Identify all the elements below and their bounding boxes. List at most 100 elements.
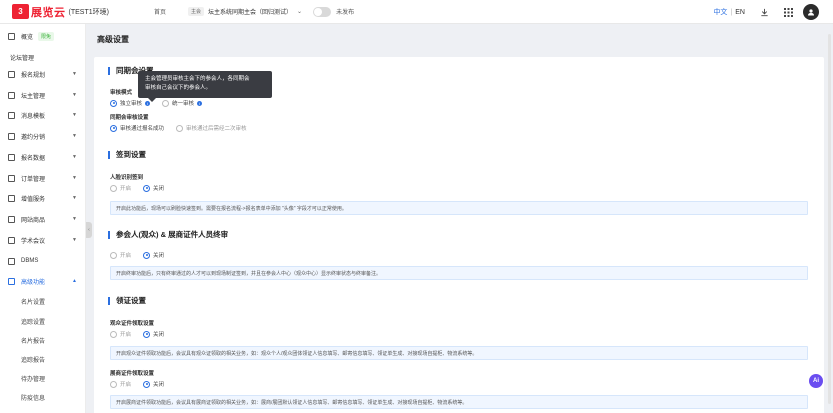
final-review-notice: 开启终审功能后，只有终审通过的人才可以到现场制证签到，并且在参会人中心（观众中心… bbox=[110, 266, 808, 280]
website-icon bbox=[8, 215, 15, 223]
sync-audit-label: 同期会审核设置 bbox=[110, 115, 149, 121]
radio-label: 开启 bbox=[120, 332, 132, 338]
audit-independent-radio[interactable]: 独立审核 i bbox=[110, 99, 151, 107]
radio-dot bbox=[143, 330, 151, 338]
radio-label: 审核通过报名成功 bbox=[120, 126, 165, 132]
nav-academic[interactable]: 学术会议 ▼ bbox=[0, 231, 86, 249]
download-icon[interactable] bbox=[757, 5, 771, 19]
nav-host-manage[interactable]: 坛主管理 ▼ bbox=[0, 86, 86, 104]
radio-dot bbox=[143, 380, 151, 388]
face-checkin-on-radio[interactable]: 开启 bbox=[110, 184, 131, 192]
nav-message-template[interactable]: 消息模板 ▼ bbox=[0, 106, 86, 124]
radio-label: 关闭 bbox=[153, 332, 165, 338]
nav-label: 坛主管理 bbox=[21, 93, 46, 100]
chevron-down-icon: ▼ bbox=[72, 92, 77, 98]
ai-assistant-button[interactable]: Ai bbox=[809, 374, 823, 388]
radio-label: 审核通过后需经二次审核 bbox=[186, 126, 247, 132]
audit-mode-label: 审核模式 bbox=[110, 90, 133, 96]
nav-advanced[interactable]: 高级功能 ▲ bbox=[0, 272, 86, 290]
visitor-pickup-on-radio[interactable]: 开启 bbox=[110, 330, 131, 338]
lang-english[interactable]: EN bbox=[735, 9, 745, 16]
nav-sub-card-settings[interactable]: 名片设置 bbox=[0, 292, 86, 310]
nav-invite-distribution[interactable]: 邀约分销 ▼ bbox=[0, 127, 86, 145]
invite-icon bbox=[8, 132, 15, 140]
nav-sub-track-settings[interactable]: 追踪设置 bbox=[0, 312, 86, 330]
nav-label: 报名规划 bbox=[21, 72, 46, 79]
nav-sub-todo[interactable]: 待办管理 bbox=[0, 369, 86, 387]
logo-mark: 3 bbox=[12, 4, 29, 19]
chevron-down-icon: ▼ bbox=[72, 237, 77, 243]
nav-forum-manage-label: 论坛管理 bbox=[10, 55, 35, 62]
nav-sub-track-report[interactable]: 追踪报告 bbox=[0, 350, 86, 368]
chevron-down-icon: ▼ bbox=[72, 154, 77, 160]
audit-mode-tooltip: 主会管理员审核主会下的参会人，各同期会 审核自己会议下的参会人。 bbox=[138, 71, 272, 102]
info-icon[interactable]: i bbox=[197, 100, 203, 106]
nav-label: 报名数据 bbox=[21, 155, 46, 162]
section-title-pickup: 领证设置 bbox=[108, 297, 146, 305]
nav-label: 邀约分销 bbox=[21, 134, 46, 141]
free-badge: 限免 bbox=[38, 31, 55, 41]
visitor-pickup-label: 观众证件领取设置 bbox=[110, 321, 155, 327]
page-scrollbar[interactable] bbox=[828, 34, 831, 404]
chevron-down-icon: ▼ bbox=[72, 195, 77, 201]
home-link[interactable]: 首页 bbox=[154, 7, 166, 16]
overview-icon bbox=[8, 32, 15, 40]
nav-sub-label: 待办管理 bbox=[21, 376, 46, 383]
publish-toggle[interactable] bbox=[313, 6, 332, 17]
chevron-down-icon: ▼ bbox=[72, 216, 77, 222]
nav-dbms[interactable]: DBMS bbox=[0, 252, 86, 270]
nav-label: 增值服务 bbox=[21, 196, 46, 203]
sidebar: 概览 限免 论坛管理 报名规划 ▼ 坛主管理 ▼ 消息模板 ▼ 邀约分销 ▼ 报… bbox=[0, 24, 86, 413]
section-title-final-review: 参会人(观众) & 展商证件人员终审 bbox=[108, 231, 228, 239]
nav-website[interactable]: 网站商品 ▼ bbox=[0, 210, 86, 228]
sync-audit-pass-radio[interactable]: 审核通过报名成功 bbox=[110, 124, 164, 132]
user-avatar[interactable] bbox=[803, 4, 819, 20]
nav-sub-label: 追踪报告 bbox=[21, 357, 46, 364]
radio-label: 开启 bbox=[120, 253, 132, 259]
academic-icon bbox=[8, 236, 15, 244]
radio-label: 关闭 bbox=[153, 186, 165, 192]
apps-grid-icon[interactable] bbox=[781, 5, 795, 19]
sync-audit-second-radio[interactable]: 审核通过后需经二次审核 bbox=[176, 124, 247, 132]
sync-audit-group: 审核通过报名成功 审核通过后需经二次审核 bbox=[110, 124, 259, 132]
nav-order-manage[interactable]: 订单管理 ▼ bbox=[0, 169, 86, 187]
nav-overview[interactable]: 概览 限免 bbox=[0, 27, 86, 45]
nav-forum-manage[interactable]: 论坛管理 bbox=[0, 48, 86, 66]
nav-sub-label: 名片设置 bbox=[21, 299, 46, 306]
radio-dot bbox=[143, 251, 151, 259]
nav-overview-label: 概览 bbox=[21, 34, 34, 41]
lang-separator: | bbox=[730, 8, 733, 16]
nav-value-added[interactable]: 增值服务 ▼ bbox=[0, 189, 86, 207]
exhibitor-pickup-on-radio[interactable]: 开启 bbox=[110, 380, 131, 388]
chevron-down-icon: ▼ bbox=[72, 175, 77, 181]
nav-sub-label: 追踪设置 bbox=[21, 319, 46, 326]
nav-sub-card-report[interactable]: 名片报告 bbox=[0, 331, 86, 349]
tooltip-line-2: 审核自己会议下的参会人。 bbox=[145, 85, 212, 91]
message-template-icon bbox=[8, 111, 15, 119]
audit-unified-radio[interactable]: 统一审核 i bbox=[162, 99, 203, 107]
radio-dot bbox=[162, 99, 170, 107]
logo[interactable]: 3 展览云 (TEST1环境) bbox=[12, 4, 140, 20]
meeting-selector[interactable]: 主会 坛主系统同期主会（回归测试） ⌄ bbox=[188, 7, 302, 16]
order-icon bbox=[8, 174, 15, 182]
radio-label: 关闭 bbox=[153, 382, 165, 388]
service-icon bbox=[8, 194, 15, 202]
lang-chinese[interactable]: 中文 bbox=[713, 7, 727, 17]
settings-card: 同期会设置 审核模式 独立审核 i 统一审核 i 同期会审核设置 审核通过报名成… bbox=[94, 57, 824, 413]
publish-status: 未发布 bbox=[336, 10, 355, 16]
radio-label: 关闭 bbox=[153, 253, 165, 259]
nav-registration-plan[interactable]: 报名规划 ▼ bbox=[0, 65, 86, 83]
nav-sub-epidemic[interactable]: 防疫信息 bbox=[0, 388, 86, 406]
radio-label: 独立审核 bbox=[120, 101, 143, 107]
face-checkin-off-radio[interactable]: 关闭 bbox=[143, 184, 164, 192]
nav-label: DBMS bbox=[21, 258, 39, 264]
final-review-off-radio[interactable]: 关闭 bbox=[143, 251, 164, 259]
visitor-pickup-off-radio[interactable]: 关闭 bbox=[143, 330, 164, 338]
nav-registration-data[interactable]: 报名数据 ▼ bbox=[0, 148, 86, 166]
radio-label: 统一审核 bbox=[172, 101, 195, 107]
page-title: 高级设置 bbox=[97, 35, 129, 44]
exhibitor-pickup-off-radio[interactable]: 关闭 bbox=[143, 380, 164, 388]
tooltip-line-1: 主会管理员审核主会下的参会人，各同期会 bbox=[145, 76, 250, 82]
radio-dot bbox=[110, 330, 117, 338]
final-review-on-radio[interactable]: 开启 bbox=[110, 251, 131, 259]
